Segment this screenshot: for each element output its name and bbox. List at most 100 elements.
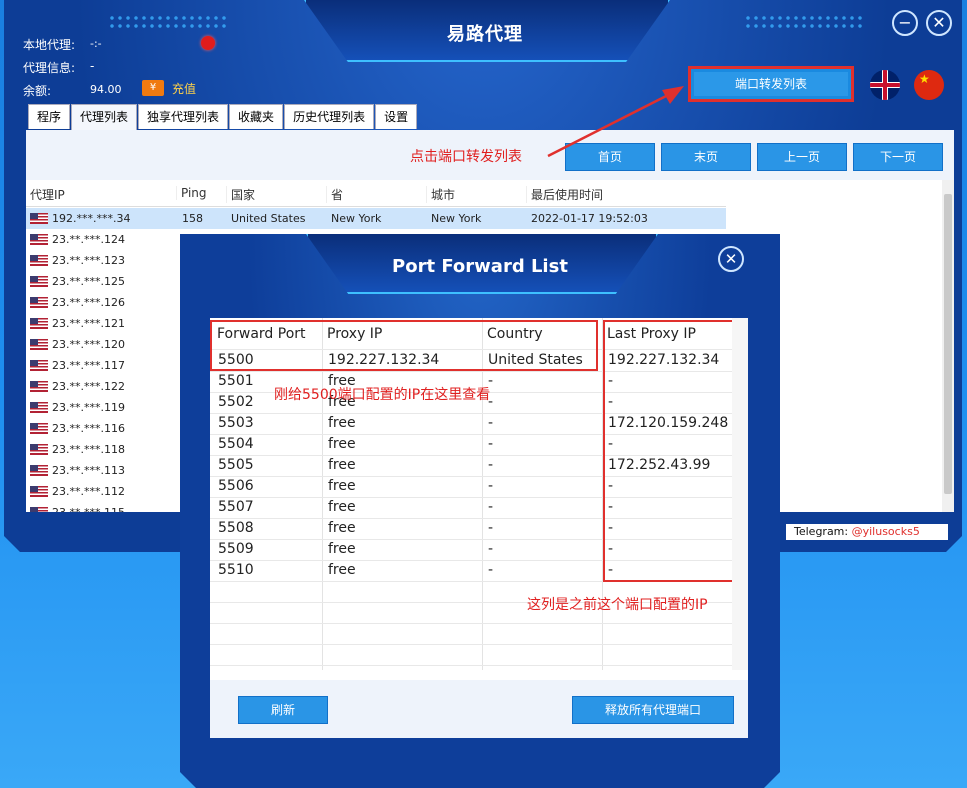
us-flag-icon bbox=[30, 402, 48, 413]
dialog-close-icon[interactable]: ✕ bbox=[718, 246, 744, 272]
pf-cell-country: - bbox=[488, 499, 494, 515]
ticket-icon[interactable]: ¥ bbox=[142, 80, 164, 96]
pf-cell-port: 5508 bbox=[218, 520, 254, 536]
proxy-info-label: 代理信息: bbox=[23, 61, 76, 75]
pf-cell-country: - bbox=[488, 520, 494, 536]
pf-cell-port: 5506 bbox=[218, 478, 254, 494]
highlight-box-last-ip bbox=[603, 320, 741, 582]
us-flag-icon bbox=[30, 234, 48, 245]
next-page-button[interactable]: 下一页 bbox=[853, 143, 943, 171]
decor-dots-left bbox=[108, 14, 228, 30]
pf-cell-port: 5503 bbox=[218, 415, 254, 431]
china-flag-icon[interactable]: ★ bbox=[914, 70, 944, 100]
tab-bar: 程序 代理列表 独享代理列表 收藏夹 历史代理列表 设置 bbox=[28, 104, 418, 130]
telegram-label: Telegram: bbox=[794, 525, 852, 538]
tab-proxy-list[interactable]: 代理列表 bbox=[71, 104, 137, 131]
tab-exclusive-proxy-list[interactable]: 独享代理列表 bbox=[138, 104, 228, 129]
cell-ip: 23.**.***.112 bbox=[52, 485, 125, 498]
port-forward-list-label: 端口转发列表 bbox=[694, 72, 848, 96]
telegram-badge[interactable]: Telegram: @yilusocks5 bbox=[786, 524, 948, 540]
proxy-list-scrollbar[interactable] bbox=[942, 180, 954, 512]
col-proxy-ip[interactable]: 代理IP bbox=[26, 186, 65, 203]
cell-ip: 23.**.***.123 bbox=[52, 254, 125, 267]
annotation-5500-ip: 刚给5500端口配置的IP在这里查看 bbox=[274, 387, 491, 403]
annotation-arrow-icon bbox=[544, 70, 704, 160]
us-flag-icon bbox=[30, 339, 48, 350]
balance-value: 94.00 bbox=[90, 83, 122, 96]
pf-cell-proxy-ip: free bbox=[328, 562, 356, 578]
cell-ip: 23.**.***.113 bbox=[52, 464, 125, 477]
annotation-last-ip-column: 这列是之前这个端口配置的IP bbox=[527, 597, 708, 613]
cell-ip: 23.**.***.119 bbox=[52, 401, 125, 414]
close-icon[interactable]: ✕ bbox=[926, 10, 952, 36]
dialog-title: Port Forward List bbox=[392, 256, 568, 277]
pf-cell-port: 5505 bbox=[218, 457, 254, 473]
cell-country: United States bbox=[231, 212, 306, 225]
uk-flag-icon[interactable] bbox=[870, 70, 900, 100]
col-country[interactable]: 国家 bbox=[226, 186, 255, 203]
pf-scrollbar[interactable] bbox=[732, 318, 748, 670]
grid-line bbox=[210, 644, 732, 645]
us-flag-icon bbox=[30, 423, 48, 434]
app-title: 易路代理 bbox=[447, 24, 523, 45]
pf-cell-country: - bbox=[488, 478, 494, 494]
pf-cell-proxy-ip: free bbox=[328, 415, 356, 431]
pf-cell-country: - bbox=[488, 541, 494, 557]
us-flag-icon bbox=[30, 444, 48, 455]
cell-ip: 192.***.***.34 bbox=[52, 212, 131, 225]
pf-cell-country: - bbox=[488, 562, 494, 578]
us-flag-icon bbox=[30, 360, 48, 371]
cell-ip: 23.**.***.115 bbox=[52, 502, 125, 512]
cell-ip: 23.**.***.117 bbox=[52, 359, 125, 372]
telegram-handle[interactable]: @yilusocks5 bbox=[852, 525, 920, 538]
us-flag-icon bbox=[30, 465, 48, 476]
pf-cell-port: 5510 bbox=[218, 562, 254, 578]
pf-cell-port: 5502 bbox=[218, 394, 254, 410]
pf-cell-country: - bbox=[488, 436, 494, 452]
cell-city: New York bbox=[431, 212, 482, 225]
us-flag-icon bbox=[30, 381, 48, 392]
grid-line bbox=[210, 665, 732, 666]
port-forward-list-button[interactable]: 端口转发列表 bbox=[688, 66, 854, 102]
pf-cell-proxy-ip: free bbox=[328, 499, 356, 515]
tab-program[interactable]: 程序 bbox=[28, 104, 70, 129]
decor-dots-right bbox=[744, 14, 864, 30]
cell-ip: 23.**.***.116 bbox=[52, 422, 125, 435]
us-flag-icon bbox=[30, 276, 48, 287]
us-flag-icon bbox=[30, 297, 48, 308]
proxy-info-value: - bbox=[90, 59, 95, 73]
proxy-list-header: 代理IP Ping 国家 省 城市 最后使用时间 bbox=[26, 180, 726, 207]
cell-last-used: 2022-01-17 19:52:03 bbox=[531, 212, 648, 225]
col-last-used[interactable]: 最后使用时间 bbox=[526, 186, 603, 203]
pf-cell-country: - bbox=[488, 457, 494, 473]
tab-favorites[interactable]: 收藏夹 bbox=[229, 104, 283, 129]
pf-cell-port: 5501 bbox=[218, 373, 254, 389]
us-flag-icon bbox=[30, 486, 48, 497]
recharge-link[interactable]: 充值 bbox=[172, 80, 196, 97]
table-row[interactable]: 192.***.***.34 158 United States New York Ne… bbox=[26, 208, 726, 229]
minimize-icon[interactable]: − bbox=[892, 10, 918, 36]
cell-ip: 23.**.***.120 bbox=[52, 338, 125, 351]
pf-cell-country: - bbox=[488, 415, 494, 431]
pf-cell-proxy-ip: free bbox=[328, 436, 356, 452]
pf-cell-proxy-ip: free bbox=[328, 478, 356, 494]
cell-ping: 158 bbox=[182, 212, 203, 225]
cell-ip: 23.**.***.124 bbox=[52, 233, 125, 246]
col-city[interactable]: 城市 bbox=[426, 186, 455, 203]
cell-ip: 23.**.***.118 bbox=[52, 443, 125, 456]
cell-ip: 23.**.***.121 bbox=[52, 317, 125, 330]
prev-page-button[interactable]: 上一页 bbox=[757, 143, 847, 171]
annotation-click-port-forward: 点击端口转发列表 bbox=[410, 149, 522, 165]
col-province[interactable]: 省 bbox=[326, 186, 343, 203]
tab-history-proxy-list[interactable]: 历史代理列表 bbox=[284, 104, 374, 129]
port-forward-dialog: Port Forward List ✕ Forward Port Proxy I… bbox=[180, 234, 780, 788]
release-all-ports-button[interactable]: 释放所有代理端口 bbox=[572, 696, 734, 724]
pf-cell-proxy-ip: free bbox=[328, 457, 356, 473]
refresh-button[interactable]: 刷新 bbox=[238, 696, 328, 724]
col-ping[interactable]: Ping bbox=[176, 186, 207, 200]
balance-label: 余额: bbox=[23, 84, 52, 98]
local-proxy-label: 本地代理: bbox=[23, 38, 76, 52]
tab-settings[interactable]: 设置 bbox=[375, 104, 417, 129]
us-flag-icon bbox=[30, 213, 48, 224]
us-flag-icon bbox=[30, 255, 48, 266]
